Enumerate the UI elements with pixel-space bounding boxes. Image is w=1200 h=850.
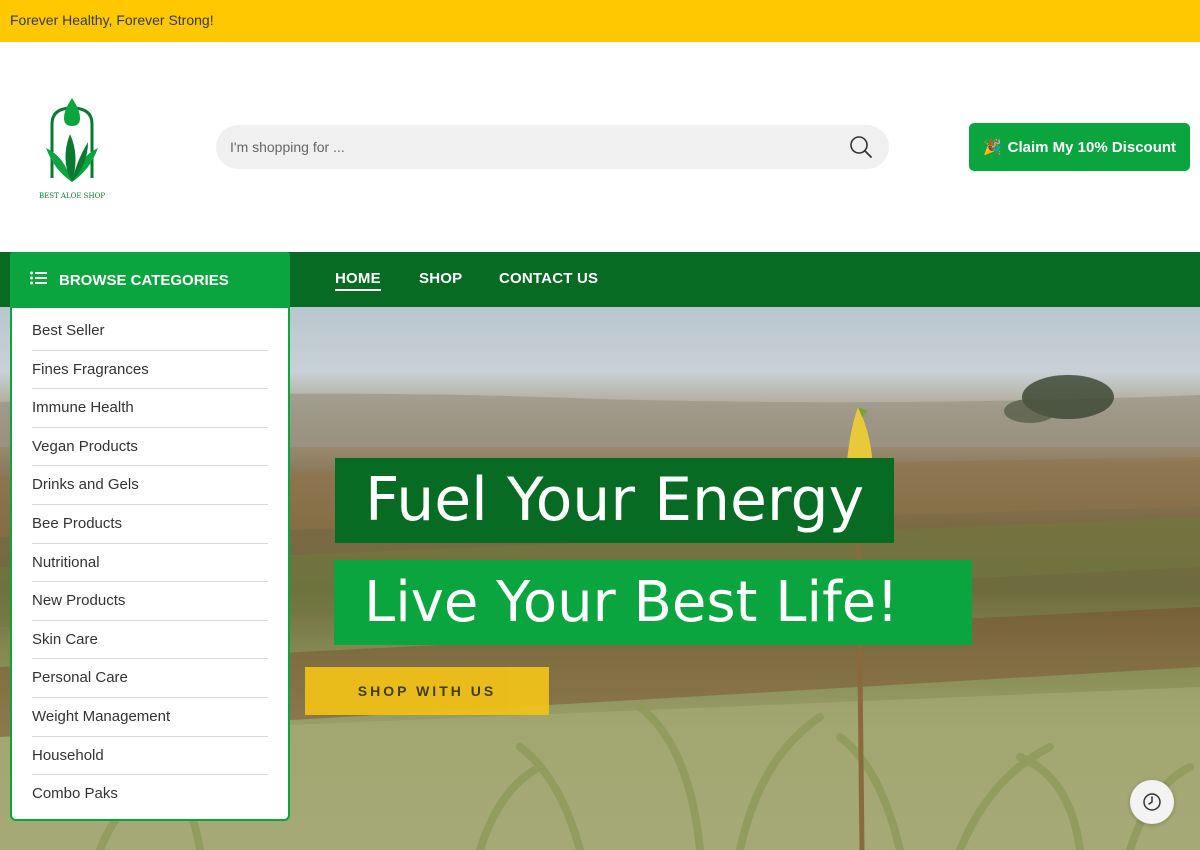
hero-headline-secondary: Live Your Best Life!: [334, 560, 972, 645]
category-nutritional[interactable]: Nutritional: [32, 544, 268, 583]
nav-home[interactable]: HOME: [335, 270, 381, 291]
shop-with-us-button[interactable]: SHOP WITH US: [305, 667, 549, 715]
browse-categories-title: BROWSE CATEGORIES: [59, 271, 229, 289]
category-fines-fragrances[interactable]: Fines Fragrances: [32, 351, 268, 390]
hero-headline-primary: Fuel Your Energy: [335, 458, 895, 543]
aloe-leaf-logo-icon: BEST ALOE SHOP: [39, 98, 105, 200]
svg-text:BEST ALOE SHOP: BEST ALOE SHOP: [39, 192, 105, 200]
site-header: BEST ALOE SHOP 🎉 Claim My 10% Discount: [0, 42, 1200, 252]
category-immune-health[interactable]: Immune Health: [32, 389, 268, 428]
nav-contact-us[interactable]: CONTACT US: [499, 270, 598, 287]
announcement-bar: Forever Healthy, Forever Strong!: [0, 0, 1200, 42]
search-icon[interactable]: [849, 135, 873, 159]
category-bee-products[interactable]: Bee Products: [32, 505, 268, 544]
list-icon: [30, 271, 47, 289]
site-logo[interactable]: BEST ALOE SHOP: [30, 94, 114, 204]
category-best-seller[interactable]: Best Seller: [32, 312, 268, 351]
claim-discount-label: Claim My 10% Discount: [1007, 138, 1177, 156]
party-popper-icon: 🎉: [982, 139, 1002, 156]
clock-icon: [1143, 793, 1161, 811]
claim-discount-button[interactable]: 🎉 Claim My 10% Discount: [969, 123, 1190, 171]
category-personal-care[interactable]: Personal Care: [32, 659, 268, 698]
search-input[interactable]: [230, 125, 830, 169]
category-drinks-and-gels[interactable]: Drinks and Gels: [32, 466, 268, 505]
recently-viewed-button[interactable]: [1130, 780, 1174, 824]
tagline-text: Forever Healthy, Forever Strong!: [10, 12, 214, 28]
category-vegan-products[interactable]: Vegan Products: [32, 428, 268, 467]
category-household[interactable]: Household: [32, 737, 268, 776]
nav-shop[interactable]: SHOP: [419, 270, 462, 287]
category-combo-paks[interactable]: Combo Paks: [32, 775, 268, 814]
categories-menu: Best Seller Fines Fragrances Immune Heal…: [10, 308, 290, 821]
category-weight-management[interactable]: Weight Management: [32, 698, 268, 737]
category-skin-care[interactable]: Skin Care: [32, 621, 268, 660]
category-new-products[interactable]: New Products: [32, 582, 268, 621]
browse-categories-header[interactable]: BROWSE CATEGORIES: [10, 252, 290, 308]
search-bar: [216, 125, 889, 169]
